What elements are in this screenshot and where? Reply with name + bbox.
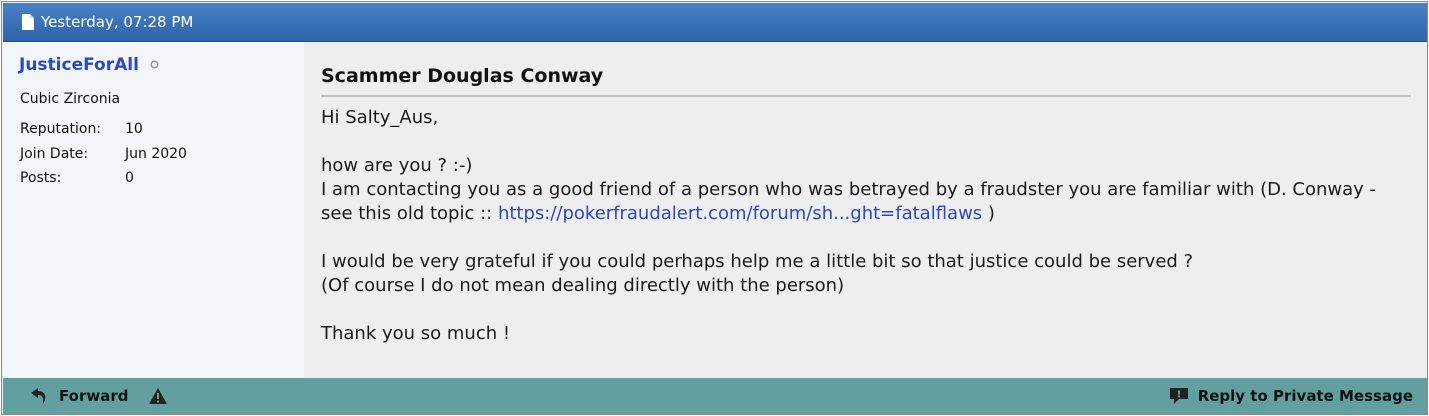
user-info-sidebar: JusticeForAll Cubic Zirconia Reputation:… <box>3 42 304 378</box>
user-stats: Reputation: 10 Join Date: Jun 2020 Posts… <box>20 117 187 191</box>
offline-status-icon <box>150 60 159 69</box>
message-line: I would be very grateful if you could pe… <box>321 251 1194 272</box>
stat-posts: Posts: 0 <box>20 166 187 191</box>
message-header: Yesterday, 07:28 PM <box>3 3 1427 42</box>
message-greeting: Hi Salty_Aus, <box>321 107 439 128</box>
message-line: how are you ? :-) <box>321 155 473 176</box>
message-title: Scammer Douglas Conway <box>321 65 1411 97</box>
message-line: I am contacting you as a good friend of … <box>321 178 1411 226</box>
message-content: Hi Salty_Aus, how are you ? :-) I am con… <box>321 106 1411 346</box>
private-message-panel: Yesterday, 07:28 PM JusticeForAll Cubic … <box>1 1 1428 415</box>
document-icon <box>22 14 34 30</box>
speech-bubble-icon <box>1169 388 1188 404</box>
user-rank: Cubic Zirconia <box>20 91 121 107</box>
stat-value: 10 <box>125 121 143 137</box>
message-line: (Of course I do not mean dealing directl… <box>321 275 845 296</box>
message-body: Scammer Douglas Conway Hi Salty_Aus, how… <box>305 42 1427 378</box>
stat-join-date: Join Date: Jun 2020 <box>20 142 187 167</box>
reply-label: Reply to Private Message <box>1197 387 1413 405</box>
stat-value: Jun 2020 <box>125 145 187 162</box>
forward-arrow-icon <box>31 388 46 404</box>
message-footer: Forward Reply to Private Message <box>3 378 1427 414</box>
stat-reputation: Reputation: 10 <box>20 117 187 142</box>
message-text: ) <box>982 203 995 224</box>
forward-button[interactable]: Forward <box>30 387 128 405</box>
forward-label: Forward <box>59 387 129 405</box>
report-warning-icon[interactable] <box>148 387 168 405</box>
stat-value: 0 <box>125 170 134 186</box>
message-date: Yesterday, 07:28 PM <box>41 13 194 31</box>
message-closing: Thank you so much ! <box>321 323 511 344</box>
stat-label: Join Date: <box>20 145 89 162</box>
topic-link[interactable]: https://pokerfraudalert.com/forum/sh...g… <box>498 203 982 224</box>
stat-label: Reputation: <box>20 121 102 137</box>
stat-label: Posts: <box>20 170 62 186</box>
reply-button[interactable]: Reply to Private Message <box>1168 386 1413 406</box>
username-link[interactable]: JusticeForAll <box>19 55 139 75</box>
